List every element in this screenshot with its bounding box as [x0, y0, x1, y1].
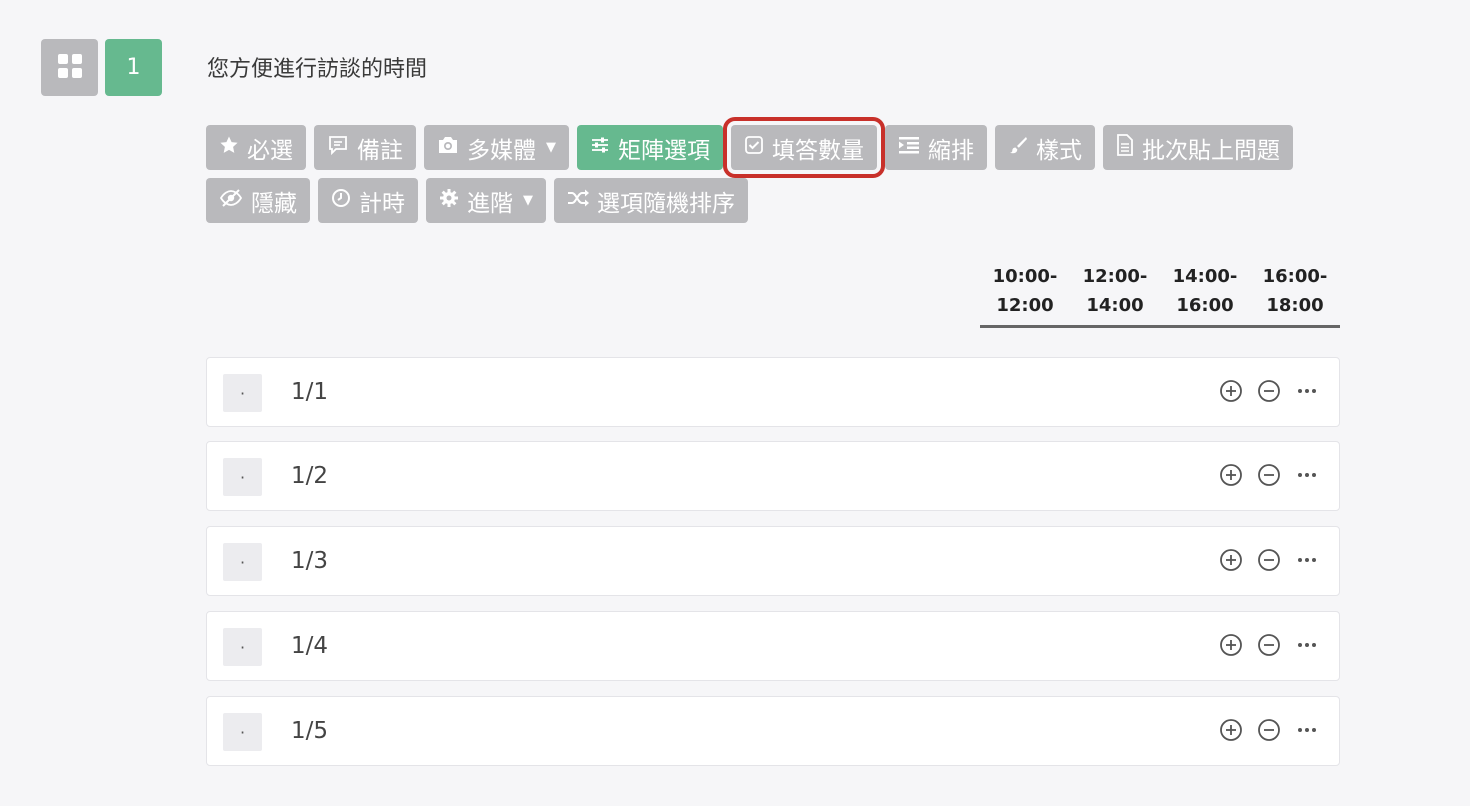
indent-icon — [898, 135, 920, 161]
plus-circle-icon[interactable] — [1219, 718, 1243, 742]
row-label[interactable]: 1/4 — [291, 632, 328, 660]
plus-circle-icon[interactable] — [1219, 379, 1243, 403]
more-options-icon[interactable] — [1295, 379, 1319, 403]
toolbar-row-2: 隱藏 計時 進階 ▼ 選項隨機排序 — [206, 178, 748, 223]
minus-circle-icon[interactable] — [1257, 379, 1281, 403]
more-options-icon[interactable] — [1295, 548, 1319, 572]
drag-handle[interactable]: · — [223, 458, 262, 496]
minus-circle-icon[interactable] — [1257, 633, 1281, 657]
answer-count-label: 填答數量 — [772, 137, 864, 164]
caret-down-icon: ▼ — [546, 140, 556, 155]
eye-slash-icon — [219, 188, 243, 214]
plus-circle-icon[interactable] — [1219, 463, 1243, 487]
style-label: 樣式 — [1036, 137, 1082, 164]
star-icon — [219, 135, 239, 161]
required-button[interactable]: 必選 — [206, 125, 306, 170]
grid-icon — [57, 53, 83, 83]
grid-menu-button[interactable] — [41, 39, 98, 96]
matrix-row: · 1/2 — [206, 441, 1340, 511]
more-options-icon[interactable] — [1295, 633, 1319, 657]
sliders-icon — [590, 135, 610, 161]
plus-circle-icon[interactable] — [1219, 633, 1243, 657]
more-options-icon[interactable] — [1295, 463, 1319, 487]
checkbox-icon — [744, 135, 764, 161]
note-button[interactable]: 備註 — [314, 125, 416, 170]
required-label: 必選 — [247, 137, 293, 164]
document-icon — [1116, 133, 1134, 162]
hide-button[interactable]: 隱藏 — [206, 178, 310, 223]
comment-icon — [327, 134, 349, 162]
camera-icon — [437, 135, 459, 161]
matrix-row: · 1/3 — [206, 526, 1340, 596]
matrix-column-headers: 10:00- 12:00 12:00- 14:00 14:00- 16:00 16:0… — [980, 262, 1340, 328]
hide-label: 隱藏 — [251, 190, 297, 217]
indent-button[interactable]: 縮排 — [885, 125, 987, 170]
advanced-label: 進階 — [467, 190, 513, 217]
shuffle-icon — [567, 188, 589, 214]
minus-circle-icon[interactable] — [1257, 463, 1281, 487]
matrix-options-label: 矩陣選項 — [618, 137, 710, 164]
row-label[interactable]: 1/2 — [291, 462, 328, 490]
more-options-icon[interactable] — [1295, 718, 1319, 742]
row-label[interactable]: 1/1 — [291, 378, 328, 406]
batch-paste-label: 批次貼上問題 — [1142, 137, 1280, 164]
question-editor: 1 您方便進行訪談的時間 必選 備註 多媒體 ▼ 矩陣選項 填答數量 縮排 樣式… — [0, 0, 1470, 806]
question-number-badge: 1 — [105, 39, 162, 96]
row-label[interactable]: 1/3 — [291, 547, 328, 575]
batch-paste-button[interactable]: 批次貼上問題 — [1103, 125, 1293, 170]
style-button[interactable]: 樣式 — [995, 125, 1095, 170]
question-title[interactable]: 您方便進行訪談的時間 — [207, 56, 427, 84]
matrix-row: · 1/1 — [206, 357, 1340, 427]
shuffle-options-label: 選項隨機排序 — [597, 190, 735, 217]
drag-handle[interactable]: · — [223, 628, 262, 666]
column-header[interactable]: 10:00- 12:00 — [980, 262, 1070, 325]
drag-handle[interactable]: · — [223, 713, 262, 751]
brush-icon — [1008, 135, 1028, 161]
timer-button[interactable]: 計時 — [318, 178, 418, 223]
drag-handle[interactable]: · — [223, 374, 262, 412]
toolbar-row-1: 必選 備註 多媒體 ▼ 矩陣選項 填答數量 縮排 樣式 批次貼上問題 — [206, 117, 1293, 178]
caret-down-icon: ▼ — [523, 193, 533, 208]
plus-circle-icon[interactable] — [1219, 548, 1243, 572]
matrix-row: · 1/4 — [206, 611, 1340, 681]
row-label[interactable]: 1/5 — [291, 717, 328, 745]
answer-count-button[interactable]: 填答數量 — [723, 117, 885, 178]
timer-label: 計時 — [359, 190, 405, 217]
matrix-row: · 1/5 — [206, 696, 1340, 766]
shuffle-options-button[interactable]: 選項隨機排序 — [554, 178, 748, 223]
media-button[interactable]: 多媒體 ▼ — [424, 125, 569, 170]
column-header[interactable]: 16:00- 18:00 — [1250, 262, 1340, 325]
minus-circle-icon[interactable] — [1257, 548, 1281, 572]
matrix-options-button[interactable]: 矩陣選項 — [577, 125, 723, 170]
minus-circle-icon[interactable] — [1257, 718, 1281, 742]
clock-icon — [331, 188, 351, 214]
gear-icon — [439, 188, 459, 214]
media-label: 多媒體 — [467, 137, 536, 164]
drag-handle[interactable]: · — [223, 543, 262, 581]
note-label: 備註 — [357, 137, 403, 164]
column-header[interactable]: 12:00- 14:00 — [1070, 262, 1160, 325]
advanced-button[interactable]: 進階 ▼ — [426, 178, 546, 223]
column-header[interactable]: 14:00- 16:00 — [1160, 262, 1250, 325]
indent-label: 縮排 — [928, 137, 974, 164]
